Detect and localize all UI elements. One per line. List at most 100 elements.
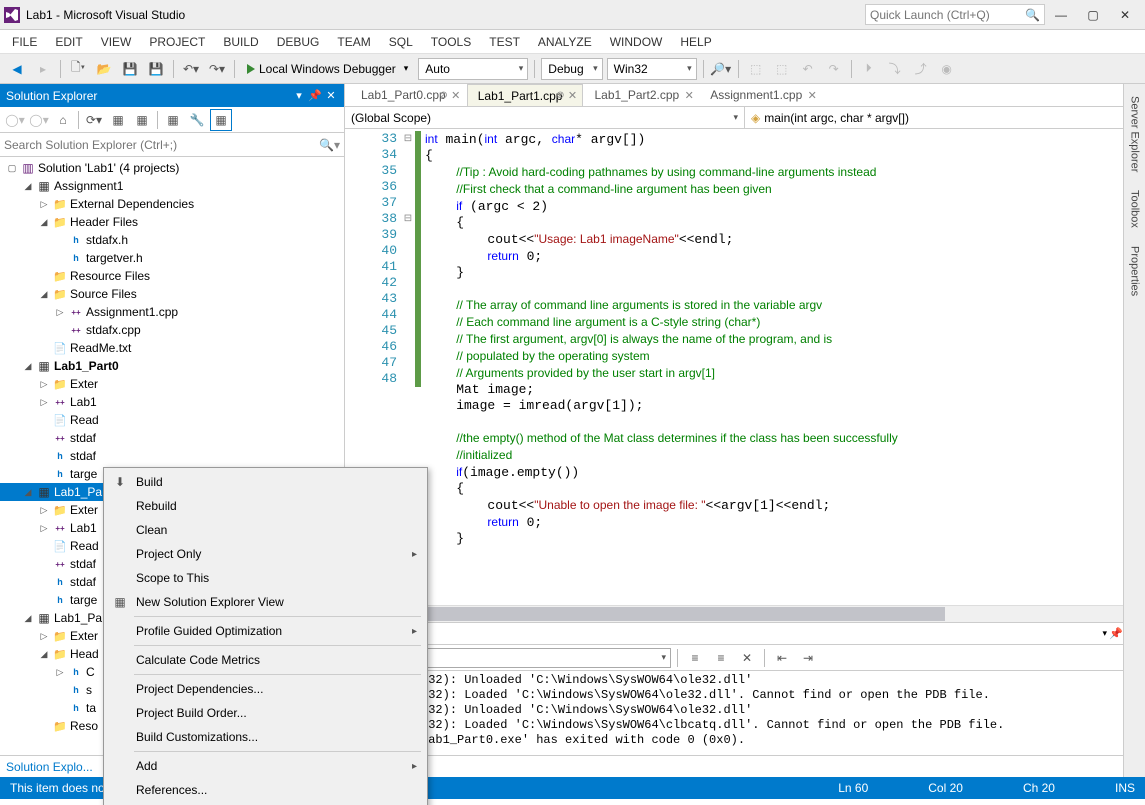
tree-item[interactable]: ▷Exter <box>0 375 344 393</box>
solution-platform-auto[interactable]: Auto <box>418 58 528 80</box>
panel-close-icon[interactable]: ✕ <box>324 89 338 103</box>
code-editor[interactable]: 33 34 35 36 37 38 39 40 41 42 43 44 45 4… <box>345 129 1145 605</box>
tree-item[interactable]: targetver.h <box>0 249 344 267</box>
find-in-files-button[interactable]: 🔎▾ <box>710 58 732 80</box>
menu-view[interactable]: VIEW <box>93 32 140 52</box>
ctx-new-solution-explorer-view[interactable]: ▦New Solution Explorer View <box>106 590 425 614</box>
indent-left-button[interactable]: ⇤ <box>771 647 793 669</box>
tree-item[interactable]: stdafx.h <box>0 231 344 249</box>
redo-button[interactable]: ↷▾ <box>206 58 228 80</box>
panel-dropdown-icon[interactable]: ▾ <box>292 89 306 103</box>
tree-item[interactable]: ◢Lab1_Part0 <box>0 357 344 375</box>
editor-tab[interactable]: Lab1_Part0.cpp⊘✕ <box>351 84 466 106</box>
expand-icon[interactable]: ◢ <box>22 181 34 192</box>
menu-build[interactable]: BUILD <box>215 32 266 52</box>
menu-window[interactable]: WINDOW <box>602 32 671 52</box>
ctx-profile-guided-optimization[interactable]: Profile Guided Optimization <box>106 619 425 643</box>
ctx-build[interactable]: ⬇Build <box>106 470 425 494</box>
menu-help[interactable]: HELP <box>672 32 719 52</box>
output-text[interactable]: 0.exe' (Win32): Unloaded 'C:\Windows\Sys… <box>345 671 1145 755</box>
hscroll-thumb[interactable] <box>345 607 945 621</box>
menu-sql[interactable]: SQL <box>381 32 421 52</box>
clear-output-button[interactable]: ≡ <box>684 647 706 669</box>
ctx-calculate-code-metrics[interactable]: Calculate Code Metrics <box>106 648 425 672</box>
tree-item[interactable]: ▷Assignment1.cpp <box>0 303 344 321</box>
nav-back-button[interactable]: ◀ <box>6 58 28 80</box>
output-clear-button[interactable]: ✕ <box>736 647 758 669</box>
indent-right-button[interactable]: ⇥ <box>797 647 819 669</box>
redo2-button[interactable]: ↷ <box>823 58 845 80</box>
pin-icon[interactable]: 📌 <box>308 89 322 103</box>
menu-analyze[interactable]: ANALYZE <box>530 32 600 52</box>
expand-icon[interactable]: ▷ <box>38 397 50 408</box>
solution-config[interactable]: Debug <box>541 58 602 80</box>
expand-icon[interactable]: ◢ <box>38 217 50 228</box>
expand-icon[interactable]: ▷ <box>54 667 66 678</box>
side-tab-properties[interactable]: Properties <box>1126 238 1144 304</box>
tree-item[interactable]: Resource Files <box>0 267 344 285</box>
tree-item[interactable]: Read <box>0 411 344 429</box>
start-debugging-button[interactable]: Local Windows Debugger ▾ <box>241 62 414 76</box>
quick-launch-input[interactable] <box>870 8 1025 22</box>
expand-icon[interactable]: ◢ <box>22 487 34 498</box>
editor-tab[interactable]: Lab1_Part2.cpp✕ <box>584 84 699 106</box>
menu-project[interactable]: PROJECT <box>141 32 213 52</box>
step-out-button[interactable]: ⤴ <box>910 58 932 80</box>
se-preview-button[interactable]: ▦ <box>210 109 232 131</box>
tree-item[interactable]: ▢Solution 'Lab1' (4 projects) <box>0 159 344 177</box>
expand-icon[interactable]: ▷ <box>38 631 50 642</box>
se-home-button[interactable]: ⌂ <box>52 109 74 131</box>
menu-team[interactable]: TEAM <box>329 32 378 52</box>
expand-icon[interactable]: ▷ <box>38 523 50 534</box>
comment-button[interactable]: ⬚ <box>745 58 767 80</box>
undo2-button[interactable]: ↶ <box>797 58 819 80</box>
close-tab-icon[interactable]: ✕ <box>450 89 462 102</box>
tree-item[interactable]: ◢Assignment1 <box>0 177 344 195</box>
ctx-project-build-order-[interactable]: Project Build Order... <box>106 701 425 725</box>
menu-edit[interactable]: EDIT <box>47 32 90 52</box>
pin-icon[interactable]: ⊘ <box>556 90 564 101</box>
se-refresh-button[interactable]: ▦ <box>107 109 129 131</box>
menu-test[interactable]: TEST <box>481 32 528 52</box>
menu-file[interactable]: FILE <box>4 32 45 52</box>
minimize-button[interactable]: — <box>1045 3 1077 27</box>
ctx-rebuild[interactable]: Rebuild <box>106 494 425 518</box>
se-showall-button[interactable]: ▦ <box>131 109 153 131</box>
menu-debug[interactable]: DEBUG <box>269 32 328 52</box>
se-back-button[interactable]: ◯▾ <box>4 109 26 131</box>
search-icon[interactable]: 🔍▾ <box>319 138 340 152</box>
expand-icon[interactable]: ▷ <box>38 379 50 390</box>
save-button[interactable]: 💾 <box>119 58 141 80</box>
scope-left[interactable]: (Global Scope) <box>345 107 745 128</box>
side-tab-server-explorer[interactable]: Server Explorer <box>1126 88 1144 180</box>
ctx-add[interactable]: Add <box>106 754 425 778</box>
tree-item[interactable]: stdaf <box>0 429 344 447</box>
maximize-button[interactable]: ▢ <box>1077 3 1109 27</box>
save-all-button[interactable]: 💾 <box>145 58 167 80</box>
tree-item[interactable]: stdaf <box>0 447 344 465</box>
ctx-project-only[interactable]: Project Only <box>106 542 425 566</box>
close-tab-icon[interactable]: ✕ <box>683 89 695 102</box>
code-text[interactable]: int main(int argc, char* argv[]) { //Tip… <box>421 129 1145 605</box>
ctx-scope-to-this[interactable]: Scope to This <box>106 566 425 590</box>
breakpoint-button[interactable]: ◉ <box>936 58 958 80</box>
undo-button[interactable]: ↶▾ <box>180 58 202 80</box>
output-panel-dropdown-icon[interactable]: ▾ <box>1102 628 1107 639</box>
expand-icon[interactable]: ◢ <box>38 289 50 300</box>
pin-icon[interactable]: ⊘ <box>439 90 447 101</box>
close-button[interactable]: ✕ <box>1109 3 1141 27</box>
editor-tab[interactable]: Lab1_Part1.cpp⊘✕ <box>467 84 584 106</box>
tree-item[interactable]: ◢Source Files <box>0 285 344 303</box>
tree-item[interactable]: ▷External Dependencies <box>0 195 344 213</box>
scope-right[interactable]: ◈main(int argc, char * argv[]) <box>745 107 1145 128</box>
close-tab-icon[interactable]: ✕ <box>806 89 818 102</box>
solution-explorer-search[interactable]: 🔍▾ <box>0 133 344 157</box>
search-icon[interactable]: 🔍 <box>1025 8 1040 22</box>
se-sync-button[interactable]: ⟳▾ <box>83 109 105 131</box>
expand-icon[interactable]: ▢ <box>6 163 18 174</box>
step-into-button[interactable]: ⏵ <box>858 58 880 80</box>
tree-item[interactable]: ReadMe.txt <box>0 339 344 357</box>
pin-icon[interactable]: 📌 <box>1109 627 1123 640</box>
menu-tools[interactable]: TOOLS <box>423 32 479 52</box>
expand-icon[interactable]: ▷ <box>54 307 66 318</box>
